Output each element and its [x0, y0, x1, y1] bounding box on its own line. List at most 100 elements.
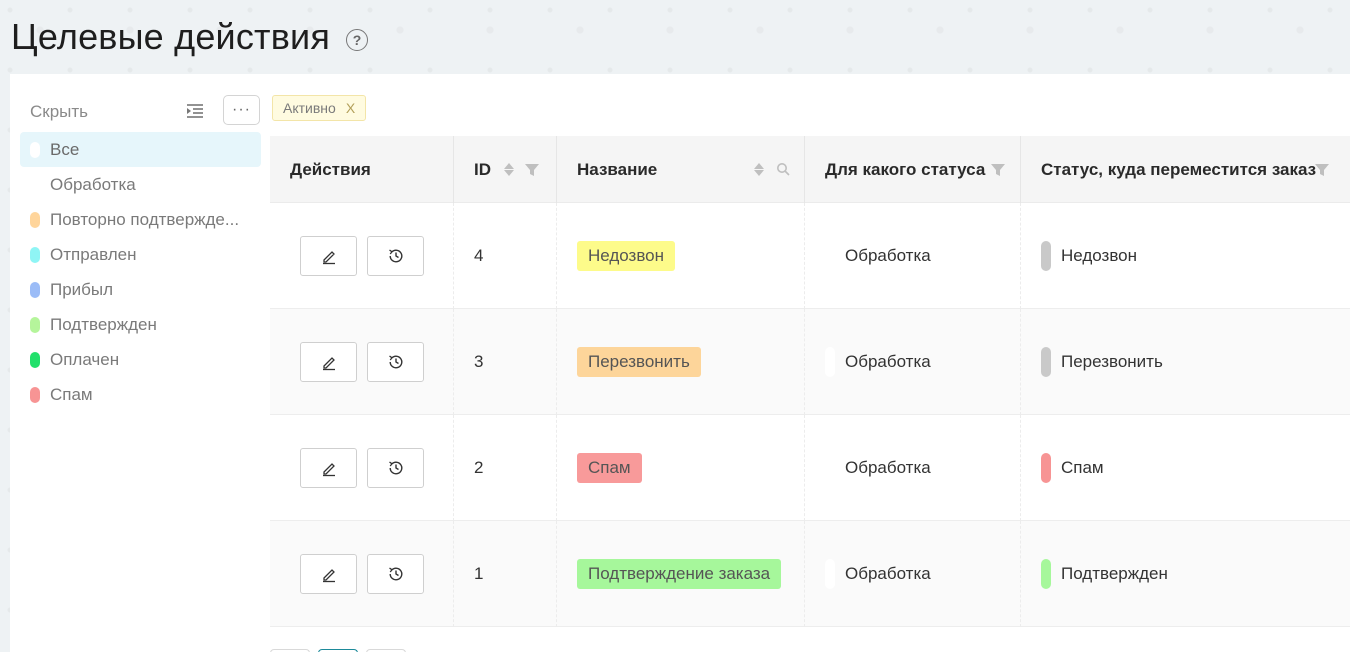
more-options-button[interactable]: ···	[223, 95, 260, 125]
pencil-icon	[322, 569, 335, 583]
edit-button[interactable]	[300, 554, 357, 594]
sidebar-status-item[interactable]: Прибыл	[20, 272, 261, 307]
pencil-icon	[322, 357, 335, 371]
hide-sidebar-link[interactable]: Скрыть	[30, 102, 88, 122]
sidebar-status-label: Повторно подтверждe...	[50, 209, 240, 229]
status-list: Все Обработка Повторно подтверждe... Отправ…	[20, 132, 261, 412]
active-filter-chip[interactable]: Активно X	[272, 95, 367, 121]
indent-icon[interactable]	[184, 100, 206, 122]
sort-icon[interactable]	[754, 163, 764, 176]
funnel-icon[interactable]	[991, 163, 1005, 177]
row-id: 1	[474, 564, 484, 583]
status-color-bar	[825, 559, 835, 589]
to-status-cell: Перезвонить	[1021, 309, 1350, 415]
name-cell: Недозвон	[557, 203, 805, 309]
to-status-cell: Подтвержден	[1021, 521, 1350, 627]
status-color-dot	[30, 351, 40, 368]
edit-button[interactable]	[300, 342, 357, 382]
search-icon[interactable]	[776, 162, 790, 176]
status-color-bar	[1041, 347, 1051, 377]
actions-cell	[270, 309, 454, 415]
status-color-dot	[30, 281, 40, 298]
sidebar-status-item[interactable]: Спам	[20, 377, 261, 412]
table-body: 4 Недозвон Обработка Недозвон 3 Перезвонить Об…	[270, 203, 1350, 627]
to-status-cell: Недозвон	[1021, 203, 1350, 309]
filter-chip-label: Активно	[283, 100, 336, 116]
history-clock-icon	[388, 355, 402, 369]
history-clock-icon	[388, 461, 402, 475]
column-header-label: ID	[474, 159, 491, 179]
to-status-label: Недозвон	[1061, 246, 1138, 265]
column-header-to-status[interactable]: Статус, куда переместится заказ	[1021, 136, 1350, 203]
status-color-bar	[825, 453, 835, 483]
sidebar-status-item[interactable]: Повторно подтверждe...	[20, 202, 261, 237]
sidebar-status-item[interactable]: Все	[20, 132, 261, 167]
status-color-bar	[825, 347, 835, 377]
edit-button[interactable]	[300, 448, 357, 488]
close-icon[interactable]: X	[346, 100, 355, 116]
table-header: Действия ID Название Для какого статуса …	[270, 136, 1350, 203]
action-name-tag: Перезвонить	[577, 347, 701, 377]
id-cell: 3	[454, 309, 557, 415]
row-id: 2	[474, 458, 484, 477]
from-status-cell: Обработка	[805, 203, 1021, 309]
status-sidebar: Скрыть ··· Все Обработка Повторно подтверж…	[10, 74, 262, 652]
row-id: 4	[474, 246, 484, 265]
column-header-name[interactable]: Название	[557, 136, 805, 203]
column-header-actions: Действия	[270, 136, 454, 203]
status-color-bar	[1041, 453, 1051, 483]
history-button[interactable]	[367, 448, 424, 488]
sidebar-status-label: Обработка	[50, 174, 136, 194]
sidebar-status-item[interactable]: Обработка	[20, 167, 261, 202]
history-clock-icon	[388, 249, 402, 263]
sidebar-status-label: Оплачен	[50, 349, 120, 369]
sidebar-status-item[interactable]: Подтвержден	[20, 307, 261, 342]
sidebar-header: Скрыть ···	[10, 94, 262, 130]
actions-cell	[270, 521, 454, 627]
question-circle-icon[interactable]: ?	[346, 29, 369, 51]
status-color-dot	[30, 176, 40, 193]
content-panel: Скрыть ··· Все Обработка Повторно подтверж…	[10, 74, 1350, 652]
to-status-label: Перезвонить	[1061, 352, 1163, 371]
target-actions-table: Действия ID Название Для какого статуса …	[270, 136, 1350, 627]
status-color-bar	[1041, 241, 1051, 271]
edit-button[interactable]	[300, 236, 357, 276]
history-button[interactable]	[367, 342, 424, 382]
table-row: 1 Подтверждение заказа Обработка Подтвержде…	[270, 521, 1350, 627]
pencil-icon	[322, 463, 335, 477]
from-status-label: Обработка	[845, 246, 931, 265]
funnel-icon[interactable]	[525, 163, 539, 177]
sidebar-status-item[interactable]: Оплачен	[20, 342, 261, 377]
table-row: 2 Спам Обработка Спам	[270, 415, 1350, 521]
from-status-cell: Обработка	[805, 415, 1021, 521]
page-title: Целевые действия	[11, 16, 331, 57]
status-color-bar	[825, 241, 835, 271]
actions-cell	[270, 203, 454, 309]
status-color-dot	[30, 246, 40, 263]
id-cell: 4	[454, 203, 557, 309]
history-button[interactable]	[367, 236, 424, 276]
pencil-icon	[322, 251, 335, 265]
action-name-tag: Недозвон	[577, 241, 676, 271]
sidebar-status-label: Подтвержден	[50, 314, 157, 334]
to-status-label: Спам	[1061, 458, 1104, 477]
action-name-tag: Спам	[577, 453, 642, 483]
sort-icon[interactable]	[504, 163, 514, 176]
column-header-label: Действия	[290, 159, 371, 179]
history-button[interactable]	[367, 554, 424, 594]
column-header-label: Для какого статуса	[825, 159, 986, 179]
sidebar-status-label: Все	[50, 139, 80, 159]
column-header-label: Название	[577, 159, 658, 179]
id-cell: 1	[454, 521, 557, 627]
status-color-dot	[30, 211, 40, 228]
action-name-tag: Подтверждение заказа	[577, 559, 782, 589]
funnel-icon[interactable]	[1315, 163, 1329, 177]
column-header-from-status[interactable]: Для какого статуса	[805, 136, 1021, 203]
to-status-cell: Спам	[1021, 415, 1350, 521]
sidebar-status-item[interactable]: Отправлен	[20, 237, 261, 272]
name-cell: Подтверждение заказа	[557, 521, 805, 627]
id-cell: 2	[454, 415, 557, 521]
actions-cell	[270, 415, 454, 521]
status-color-dot	[30, 316, 40, 333]
column-header-id[interactable]: ID	[454, 136, 557, 203]
